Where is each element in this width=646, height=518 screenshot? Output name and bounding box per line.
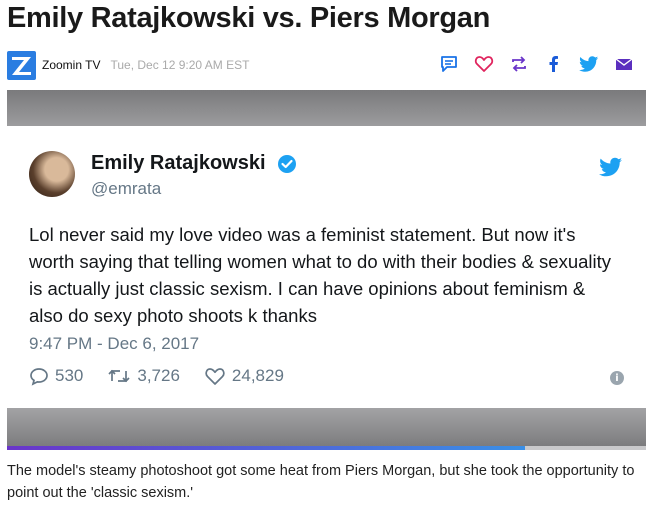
article-headline: Emily Ratajkowski vs. Piers Morgan [7, 2, 490, 34]
reply-icon [30, 368, 48, 386]
tweet-text: Lol never said my love video was a femin… [29, 224, 612, 326]
facebook-icon [549, 56, 558, 72]
twitter-bird-icon [599, 157, 622, 177]
like-button[interactable] [466, 53, 501, 75]
mail-icon [615, 58, 632, 70]
video-progress-bar[interactable] [7, 446, 646, 450]
facebook-button[interactable] [536, 53, 571, 75]
tweet-author-handle: @emrata [91, 179, 162, 198]
share-icon [511, 56, 526, 72]
video-top-blur [7, 90, 646, 126]
video-progress-fill [7, 446, 525, 450]
like-count: 24,829 [204, 366, 284, 386]
twitter-icon [578, 56, 598, 72]
like-count-value: 24,829 [231, 366, 284, 385]
twitter-share-button[interactable] [571, 53, 606, 75]
tweet-stats: 530 3,726 24,829 [29, 366, 308, 386]
retweet-count-value: 3,726 [137, 366, 180, 385]
avatar [29, 151, 75, 197]
email-button[interactable] [606, 53, 641, 75]
like-heart-icon [205, 368, 225, 385]
retweet-count: 3,726 [107, 366, 180, 386]
reply-count-value: 530 [55, 366, 84, 385]
tweet-timestamp: 9:47 PM - Dec 6, 2017 [29, 334, 200, 353]
heart-icon [474, 56, 493, 72]
video-player[interactable]: Emily Ratajkowski @emrata Lol never said… [7, 90, 646, 448]
retweet-icon [108, 369, 130, 383]
reply-count: 530 [29, 366, 83, 386]
share-button[interactable] [501, 53, 536, 75]
verified-badge-icon [278, 155, 296, 173]
tweet-author-name: Emily Ratajkowski [91, 152, 266, 174]
zoomin-logo[interactable] [7, 50, 36, 80]
byline: Zoomin TV Tue, Dec 12 9:20 AM EST [7, 50, 641, 80]
article-caption: The model's steamy photoshoot got some h… [7, 463, 635, 501]
info-icon[interactable]: i [610, 371, 624, 385]
share-actions [431, 53, 641, 75]
comment-button[interactable] [431, 53, 466, 75]
embedded-tweet: Emily Ratajkowski @emrata Lol never said… [7, 126, 646, 408]
video-bottom-blur [7, 408, 646, 448]
comment-icon [440, 56, 457, 72]
zoomin-logo-icon [12, 56, 31, 75]
publish-date: Tue, Dec 12 9:20 AM EST [110, 58, 250, 72]
source-name[interactable]: Zoomin TV [42, 58, 100, 72]
